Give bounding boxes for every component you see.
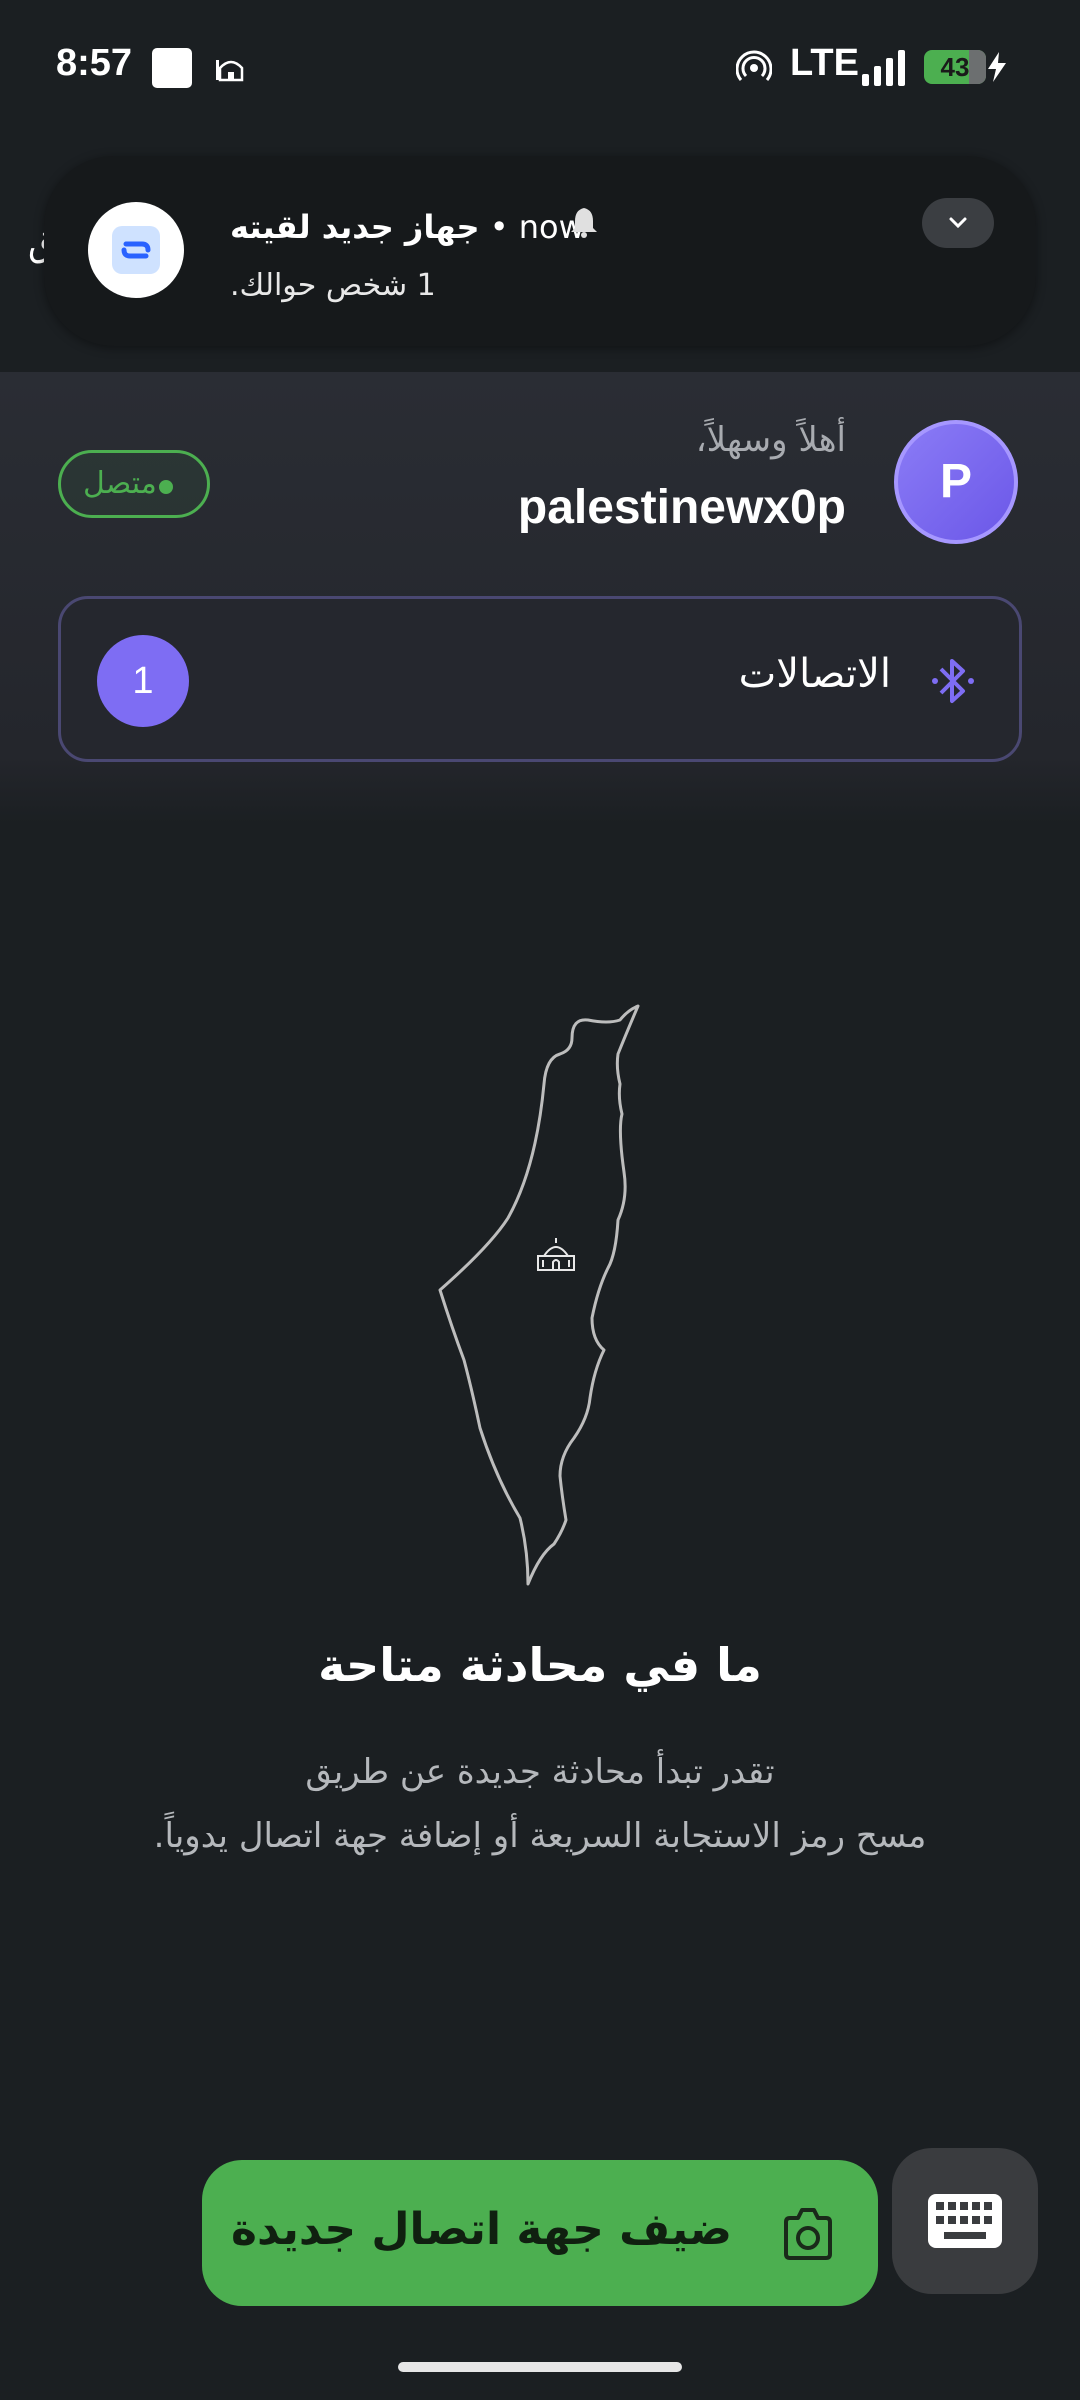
notification-card[interactable]: جهاز جديد لقيته • now 1 شخص حوالك.: [44, 156, 1036, 346]
status-dot: [159, 480, 173, 494]
bell-icon: [571, 208, 597, 238]
notification-expand-button[interactable]: [922, 198, 994, 248]
notification-title: جهاز جديد لقيته: [230, 208, 480, 246]
empty-state-line1: تقدر تبدأ محادثة جديدة عن طريق: [305, 1752, 775, 1792]
battery-level: 43: [940, 52, 970, 82]
notification-sep: •: [489, 208, 519, 246]
chevron-down-icon: [949, 217, 967, 229]
empty-state-title: ما في محادثة متاحة: [318, 1638, 762, 1692]
greeting-text: أهلاً وسهلاً،: [695, 420, 846, 460]
username: palestinewx0p: [517, 481, 846, 534]
bluetooth-icon: [932, 659, 974, 703]
battery-icon: 43: [924, 50, 986, 84]
signal-icon: [862, 50, 905, 86]
connections-card[interactable]: 1 الاتصالات: [58, 596, 1022, 762]
notification-title-row: جهاز جديد لقيته • now: [230, 208, 585, 246]
status-label: متصل: [83, 466, 157, 501]
network-type: LTE: [790, 42, 859, 84]
empty-state-text: تقدر تبدأ محادثة جديدة عن طريق مسح رمز ا…: [80, 1740, 1000, 1868]
keyboard-button[interactable]: [892, 2148, 1038, 2294]
status-badge: متصل: [58, 450, 210, 518]
status-time: 8:57: [56, 42, 133, 84]
status-bar: 8:57 LTE 43: [0, 0, 1080, 130]
notification-text: 1 شخص حوالك.: [230, 268, 436, 303]
avatar[interactable]: P: [894, 420, 1018, 544]
charging-bolt-icon: [988, 52, 1006, 82]
connections-count-badge: 1: [97, 635, 189, 727]
connections-label: الاتصالات: [738, 651, 891, 697]
palestine-map-with-dome-icon: [438, 1004, 640, 1586]
camera-icon: [784, 2208, 832, 2260]
hotspot-icon: [736, 50, 772, 81]
mosque-icon: [216, 60, 244, 82]
keyboard-icon: [928, 2194, 1002, 2248]
add-contact-button[interactable]: ضيف جهة اتصال جديدة: [202, 2160, 878, 2306]
app-square-icon: [152, 48, 192, 88]
add-contact-label: ضيف جهة اتصال جديدة: [231, 2204, 732, 2255]
link-app-icon: [88, 202, 184, 298]
home-indicator[interactable]: [398, 2362, 682, 2372]
empty-state-line2: مسح رمز الاستجابة السريعة أو إضافة جهة ا…: [153, 1816, 927, 1856]
